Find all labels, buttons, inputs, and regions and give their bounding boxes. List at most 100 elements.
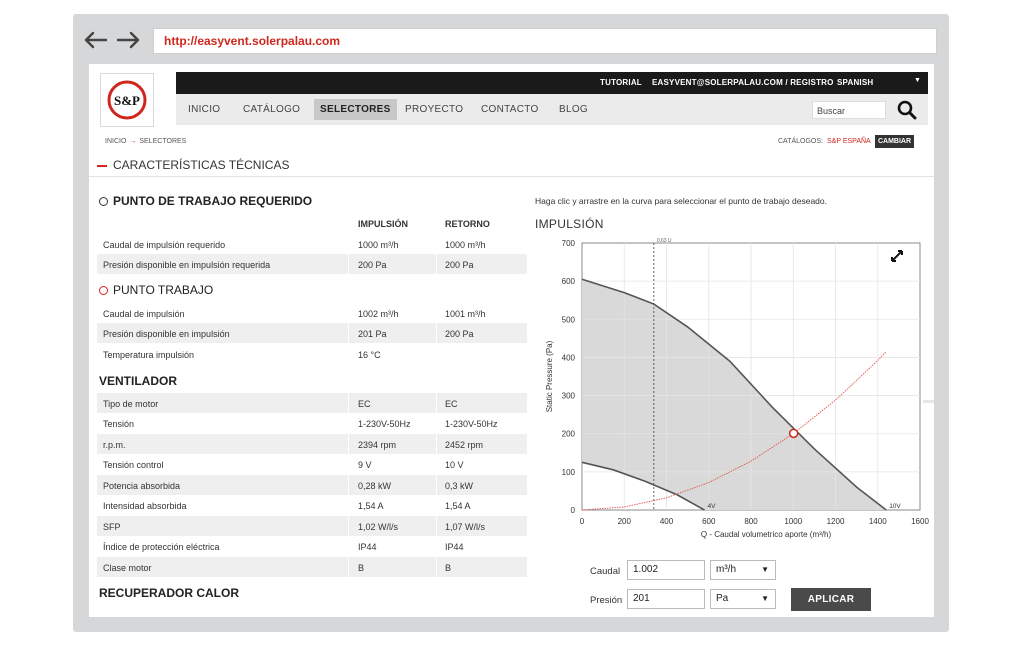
row-label: Intensidad absorbida xyxy=(103,501,187,511)
series-label: 10V xyxy=(889,503,901,510)
flow-unit-value: m³/h xyxy=(716,564,736,575)
table-row: Índice de protección eléctrica IP44 IP44 xyxy=(97,536,527,556)
y-tick-label: 300 xyxy=(562,392,576,401)
change-catalog-button[interactable]: CAMBIAR xyxy=(875,135,914,148)
row-impulsion: 2394 rpm xyxy=(358,440,397,450)
catalog-label: CATÁLOGOS: xyxy=(778,138,823,145)
table-row: Clase motor B B xyxy=(97,557,527,577)
row-retorno: 1000 m³/h xyxy=(445,240,486,250)
page-content: S&P TUTORIAL EASYVENT@SOLERPALAU.COM / R… xyxy=(89,64,934,617)
required-point-heading[interactable]: PUNTO DE TRABAJO REQUERIDO xyxy=(99,194,312,208)
sp-logo[interactable]: S&P xyxy=(100,73,154,127)
y-tick-label: 100 xyxy=(562,468,576,477)
menu-inicio[interactable]: INICIO xyxy=(188,104,220,115)
row-label: Tensión control xyxy=(103,460,164,470)
table-row: Temperatura impulsión 16 °C xyxy=(97,344,527,364)
pressure-input[interactable]: 201 xyxy=(627,589,705,609)
row-retorno: 1,07 W/l/s xyxy=(445,522,486,532)
row-retorno: 1001 m³/h xyxy=(445,309,486,319)
menu-selectores[interactable]: SELECTORES xyxy=(314,99,397,120)
row-label: Tipo de motor xyxy=(103,399,159,409)
x-tick-label: 400 xyxy=(660,517,674,526)
row-impulsion: IP44 xyxy=(358,542,377,552)
operating-point[interactable] xyxy=(788,428,799,439)
tutorial-link[interactable]: TUTORIAL xyxy=(600,78,642,87)
x-tick-label: 600 xyxy=(702,517,716,526)
required-point-title: PUNTO DE TRABAJO REQUERIDO xyxy=(113,194,313,208)
menu-catalogo[interactable]: CATÁLOGO xyxy=(243,104,300,115)
marker-label: 0.63 U xyxy=(657,238,672,244)
scroll-handle[interactable] xyxy=(923,400,934,403)
breadcrumb-home[interactable]: INICIO xyxy=(105,138,126,145)
language-select[interactable]: SPANISH xyxy=(837,78,873,87)
menu-proyecto[interactable]: PROYECTO xyxy=(405,104,463,115)
row-retorno: 2452 rpm xyxy=(445,440,484,450)
x-axis-label: Q - Caudal volumetrico aporte (m³/h) xyxy=(701,530,832,539)
row-retorno: 1,54 A xyxy=(445,501,471,511)
row-impulsion: 1,02 W/l/s xyxy=(358,522,399,532)
menu-contacto[interactable]: CONTACTO xyxy=(481,104,539,115)
browser-toolbar: http://easyvent.solerpalau.com xyxy=(80,28,937,54)
radio-work-point[interactable] xyxy=(99,286,108,296)
row-impulsion: 200 Pa xyxy=(358,260,387,270)
pressure-unit-value: Pa xyxy=(716,593,729,604)
x-tick-label: 1400 xyxy=(869,517,887,526)
forward-arrow-icon[interactable] xyxy=(116,30,142,50)
row-label: Índice de protección eléctrica xyxy=(103,542,220,552)
row-label: Clase motor xyxy=(103,563,152,573)
x-tick-label: 200 xyxy=(618,517,632,526)
y-tick-label: 600 xyxy=(562,277,576,286)
column-retorno: RETORNO xyxy=(445,219,490,229)
row-label: Potencia absorbida xyxy=(103,481,181,491)
flow-unit-select[interactable]: m³/h ▼ xyxy=(710,560,776,580)
chevron-down-icon[interactable]: ▼ xyxy=(914,77,921,84)
table-row: Tensión 1-230V-50Hz 1-230V-50Hz xyxy=(97,413,527,433)
row-retorno: IP44 xyxy=(445,542,464,552)
radio-required[interactable] xyxy=(99,197,108,207)
menu-blog[interactable]: BLOG xyxy=(559,104,588,115)
row-label: Caudal de impulsión requerido xyxy=(103,240,226,250)
account-link[interactable]: EASYVENT@SOLERPALAU.COM / REGISTRO xyxy=(652,78,834,87)
y-tick-label: 200 xyxy=(562,430,576,439)
pressure-label: Presión xyxy=(590,595,623,606)
row-retorno: 10 V xyxy=(445,460,464,470)
row-label: Presión disponible en impulsión xyxy=(103,329,230,339)
work-point-heading[interactable]: PUNTO TRABAJO xyxy=(99,283,213,297)
row-label: Temperatura impulsión xyxy=(103,350,195,360)
row-impulsion: 1002 m³/h xyxy=(358,309,399,319)
search-icon[interactable] xyxy=(897,100,917,120)
row-label: Tensión xyxy=(103,419,135,429)
chevron-down-icon: ▼ xyxy=(761,565,769,574)
row-impulsion: 201 Pa xyxy=(358,329,387,339)
catalog-value[interactable]: S&P ESPAÑA xyxy=(827,138,871,145)
flow-label: Caudal xyxy=(590,566,621,577)
column-impulsion: IMPULSIÓN xyxy=(358,219,409,229)
top-bar: TUTORIAL EASYVENT@SOLERPALAU.COM / REGIS… xyxy=(176,72,928,94)
row-impulsion: 9 V xyxy=(358,460,372,470)
fan-curve-chart[interactable]: 0 200 400 600 800 1000 1200 1400 1600 0 100 200 300 4… xyxy=(535,236,934,552)
flow-input[interactable]: 1.002 xyxy=(627,560,705,580)
table-row: Caudal de impulsión requerido 1000 m³/h 10… xyxy=(97,234,527,254)
search-input[interactable]: Buscar xyxy=(812,101,886,119)
arrow-right-icon: → xyxy=(129,138,137,145)
row-impulsion: 1000 m³/h xyxy=(358,240,399,250)
row-impulsion: 16 °C xyxy=(358,350,381,360)
y-axis-label: Static Pressure (Pa) xyxy=(545,340,554,412)
title-divider xyxy=(89,176,934,177)
row-impulsion: EC xyxy=(358,399,371,409)
x-tick-label: 1200 xyxy=(827,517,845,526)
row-retorno: 1-230V-50Hz xyxy=(445,419,498,429)
back-arrow-icon[interactable] xyxy=(82,30,108,50)
chart-hint: Haga clic y arrastre en la curva para se… xyxy=(535,196,828,206)
chevron-down-icon: ▼ xyxy=(761,594,769,603)
apply-button[interactable]: APLICAR xyxy=(791,588,871,611)
row-impulsion: 1,54 A xyxy=(358,501,384,511)
sp-logo-mark-icon: S&P xyxy=(107,80,147,120)
pressure-unit-select[interactable]: Pa ▼ xyxy=(710,589,776,609)
table-row: Intensidad absorbida 1,54 A 1,54 A xyxy=(97,495,527,515)
y-tick-label: 0 xyxy=(571,506,576,515)
row-retorno: 0,3 kW xyxy=(445,481,474,491)
table-row: Tipo de motor EC EC xyxy=(97,393,527,413)
table-row: r.p.m. 2394 rpm 2452 rpm xyxy=(97,434,527,454)
address-bar[interactable]: http://easyvent.solerpalau.com xyxy=(153,28,937,54)
